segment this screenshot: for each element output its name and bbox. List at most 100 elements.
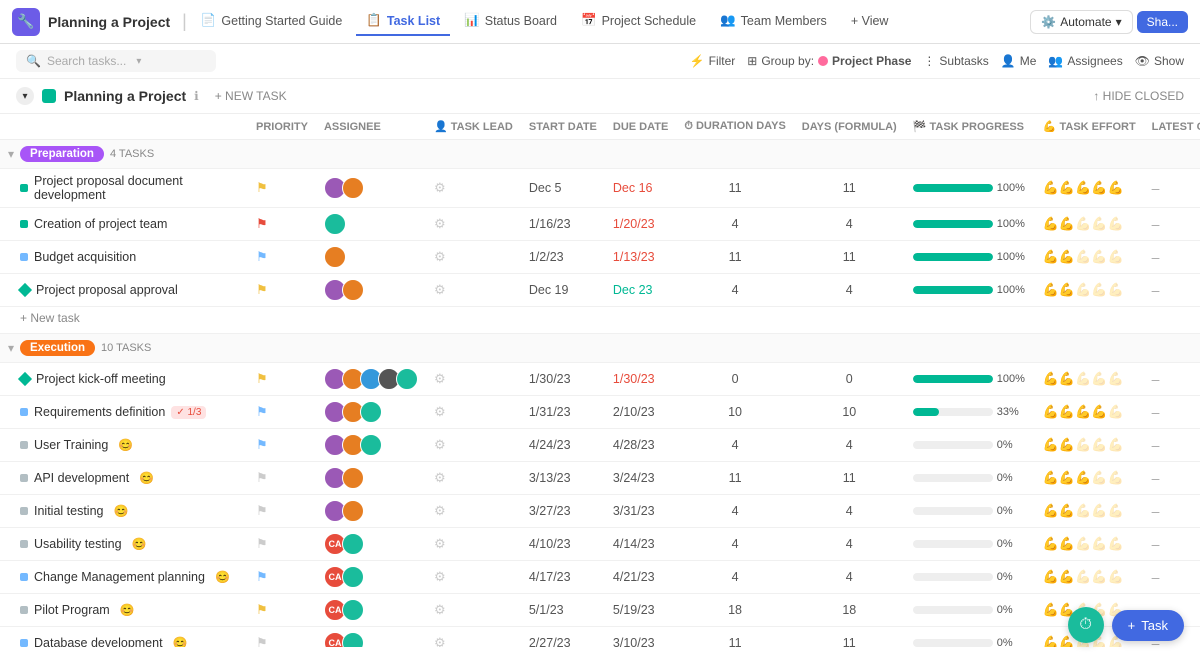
table-row[interactable]: Pilot Program 😊 ⚑ CA ⚙ 5/1/23 5/19/23 18… bbox=[0, 594, 1200, 627]
tab-status-board[interactable]: 📊 Status Board bbox=[454, 7, 567, 36]
filter-button[interactable]: ⚡ Filter bbox=[690, 54, 736, 68]
table-row[interactable]: Database development 😊 ⚑ CA ⚙ 2/27/23 3/… bbox=[0, 627, 1200, 648]
tab-team-members[interactable]: 👥 Team Members bbox=[710, 7, 837, 36]
task-name[interactable]: Creation of project team bbox=[34, 217, 167, 231]
table-row[interactable]: Usability testing 😊 ⚑ CA ⚙ 4/10/23 4/14/… bbox=[0, 528, 1200, 561]
effort-icon: 💪 bbox=[1075, 404, 1091, 419]
tab-task-list[interactable]: 📋 Task List bbox=[356, 7, 450, 36]
task-name[interactable]: User Training bbox=[34, 438, 108, 452]
avatar bbox=[324, 246, 346, 268]
add-task-fab-button[interactable]: + Task bbox=[1112, 610, 1184, 641]
settings-icon[interactable]: ⚙ bbox=[434, 635, 446, 647]
progress-cell: 0% bbox=[905, 627, 1035, 648]
avatar-group bbox=[324, 213, 418, 235]
settings-icon[interactable]: ⚙ bbox=[434, 437, 446, 452]
col-header-formula: DAYS (FORMULA) bbox=[794, 114, 905, 140]
hide-closed-button[interactable]: ↑ HIDE CLOSED bbox=[1093, 89, 1184, 103]
group-pill-preparation[interactable]: Preparation bbox=[20, 146, 104, 162]
show-button[interactable]: 👁 Show bbox=[1135, 54, 1184, 68]
table-row[interactable]: Budget acquisition ⚑ ⚙ 1/2/23 1/13/23 11… bbox=[0, 241, 1200, 274]
task-name[interactable]: Requirements definition bbox=[34, 405, 165, 419]
settings-icon[interactable]: ⚙ bbox=[434, 569, 446, 584]
effort-icon: 💪 bbox=[1059, 282, 1075, 297]
list-icon: 📋 bbox=[366, 13, 382, 28]
emoji-status: 😊 bbox=[113, 504, 128, 518]
subtasks-button[interactable]: ⋮ Subtasks bbox=[923, 54, 988, 68]
task-name[interactable]: Budget acquisition bbox=[34, 250, 136, 264]
settings-icon[interactable]: ⚙ bbox=[434, 470, 446, 485]
new-task-row[interactable]: + New task bbox=[0, 307, 1200, 334]
formula-cell: 4 bbox=[794, 561, 905, 594]
project-title: Planning a Project bbox=[48, 14, 170, 30]
group-by-button[interactable]: ⊞ Group by: Project Phase bbox=[747, 54, 911, 68]
table-row[interactable]: Project proposal document development ⚑ … bbox=[0, 169, 1200, 208]
comment-dash: – bbox=[1152, 404, 1160, 420]
settings-icon[interactable]: ⚙ bbox=[434, 180, 446, 195]
task-shape-square bbox=[20, 573, 28, 581]
task-name-cell: Creation of project team bbox=[20, 217, 240, 231]
table-row[interactable]: User Training 😊 ⚑ ⚙ 4/24/23 4/28/23 4 4 … bbox=[0, 429, 1200, 462]
settings-icon[interactable]: ⚙ bbox=[434, 249, 446, 264]
settings-icon[interactable]: ⚙ bbox=[434, 602, 446, 617]
new-task-cell[interactable]: + New task bbox=[0, 307, 1200, 334]
start-date-cell: 3/27/23 bbox=[521, 495, 605, 528]
effort-icon: 💪 bbox=[1075, 569, 1091, 584]
progress-label: 0% bbox=[997, 637, 1027, 647]
due-date-cell: 1/30/23 bbox=[605, 363, 676, 396]
effort-icon: 💪 bbox=[1107, 404, 1123, 419]
table-row[interactable]: Project proposal approval ⚑ ⚙ Dec 19 Dec… bbox=[0, 274, 1200, 307]
filter-bar: ⚡ Filter ⊞ Group by: Project Phase ⋮ Sub… bbox=[690, 54, 1184, 68]
info-icon[interactable]: ℹ bbox=[194, 89, 199, 103]
task-name[interactable]: Project kick-off meeting bbox=[36, 372, 166, 386]
search-input-wrap[interactable]: 🔍 Search tasks... ▾ bbox=[16, 50, 216, 72]
subtasks-icon: ⋮ bbox=[923, 54, 935, 68]
table-header: PRIORITY ASSIGNEE 👤 TASK LEAD START DATE… bbox=[0, 114, 1200, 140]
avatar bbox=[342, 500, 364, 522]
share-button[interactable]: Sha... bbox=[1137, 11, 1188, 33]
new-task-button[interactable]: + NEW TASK bbox=[215, 89, 287, 103]
tab-getting-started[interactable]: 📄 Getting Started Guide bbox=[191, 7, 352, 36]
task-name[interactable]: Database development bbox=[34, 636, 163, 647]
task-name[interactable]: API development bbox=[34, 471, 129, 485]
assignees-button[interactable]: 👥 Assignees bbox=[1048, 54, 1122, 68]
task-name[interactable]: Change Management planning bbox=[34, 570, 205, 584]
comment-dash: – bbox=[1152, 437, 1160, 453]
assignee-cell: CA bbox=[316, 561, 426, 594]
settings-icon[interactable]: ⚙ bbox=[434, 371, 446, 386]
effort-icon: 💪 bbox=[1075, 180, 1091, 195]
table-row[interactable]: Requirements definition ✓ 1/3 ⚑ ⚙ 1/31/2… bbox=[0, 396, 1200, 429]
settings-icon[interactable]: ⚙ bbox=[434, 216, 446, 231]
start-date-cell: 1/31/23 bbox=[521, 396, 605, 429]
effort-icon: 💪 bbox=[1091, 470, 1107, 485]
group-pill-execution[interactable]: Execution bbox=[20, 340, 95, 356]
timer-fab-button[interactable]: ⏱ bbox=[1068, 607, 1104, 643]
table-row[interactable]: Project kick-off meeting ⚑ ⚙ 1/30/23 1/3… bbox=[0, 363, 1200, 396]
me-button[interactable]: 👤 Me bbox=[1001, 54, 1037, 68]
task-name[interactable]: Initial testing bbox=[34, 504, 103, 518]
task-name[interactable]: Project proposal document development bbox=[34, 174, 240, 202]
settings-icon[interactable]: ⚙ bbox=[434, 536, 446, 551]
settings-icon[interactable]: ⚙ bbox=[434, 503, 446, 518]
tab-view-add[interactable]: + View bbox=[841, 8, 899, 36]
assignee-cell bbox=[316, 429, 426, 462]
settings-icon[interactable]: ⚙ bbox=[434, 282, 446, 297]
comment-cell: – bbox=[1144, 208, 1200, 241]
task-name[interactable]: Usability testing bbox=[34, 537, 122, 551]
comment-cell: – bbox=[1144, 528, 1200, 561]
task-name[interactable]: Pilot Program bbox=[34, 603, 110, 617]
col-header-assignee: ASSIGNEE bbox=[316, 114, 426, 140]
tab-project-schedule[interactable]: 📅 Project Schedule bbox=[571, 7, 706, 36]
assignee-cell: CA bbox=[316, 594, 426, 627]
group-collapse-icon[interactable]: ▾ bbox=[8, 147, 14, 161]
automate-button[interactable]: ⚙️ Automate ▾ bbox=[1030, 10, 1132, 34]
table-row[interactable]: API development 😊 ⚑ ⚙ 3/13/23 3/24/23 11… bbox=[0, 462, 1200, 495]
table-row[interactable]: Change Management planning 😊 ⚑ CA ⚙ 4/17… bbox=[0, 561, 1200, 594]
collapse-button[interactable]: ▾ bbox=[16, 87, 34, 105]
table-row[interactable]: Creation of project team ⚑ ⚙ 1/16/23 1/2… bbox=[0, 208, 1200, 241]
progress-cell: 0% bbox=[905, 462, 1035, 495]
table-row[interactable]: Initial testing 😊 ⚑ ⚙ 3/27/23 3/31/23 4 … bbox=[0, 495, 1200, 528]
settings-icon[interactable]: ⚙ bbox=[434, 404, 446, 419]
task-name[interactable]: Project proposal approval bbox=[36, 283, 178, 297]
group-collapse-icon[interactable]: ▾ bbox=[8, 341, 14, 355]
effort-icon: 💪 bbox=[1075, 282, 1091, 297]
